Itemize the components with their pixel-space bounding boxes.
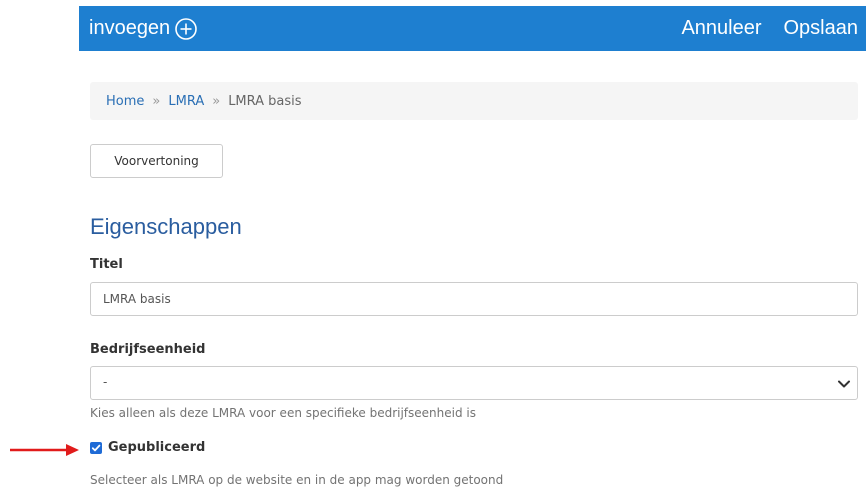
plus-circle-icon — [175, 17, 197, 40]
business-unit-label: Bedrijfseenheid — [90, 342, 206, 357]
breadcrumb-lmra[interactable]: LMRA — [168, 94, 204, 109]
business-unit-selected: - — [103, 375, 108, 389]
top-bar: invoegen Annuleer Opslaan — [79, 6, 866, 51]
breadcrumb-separator: » — [152, 93, 161, 109]
published-checkbox-row[interactable]: Gepubliceerd — [90, 440, 205, 455]
chevron-down-icon — [838, 380, 850, 388]
insert-button[interactable]: invoegen — [89, 6, 198, 51]
published-help: Selecteer als LMRA op de website en in d… — [90, 473, 504, 487]
preview-button[interactable]: Voorvertoning — [90, 144, 223, 178]
insert-label: invoegen — [89, 17, 171, 39]
save-button[interactable]: Opslaan — [784, 17, 859, 40]
published-checkbox[interactable] — [90, 441, 102, 454]
annotation-arrow-icon — [10, 444, 79, 456]
title-label: Titel — [90, 257, 123, 272]
business-unit-help: Kies alleen als deze LMRA voor een speci… — [90, 406, 476, 420]
topbar-actions: Annuleer Opslaan — [681, 6, 866, 51]
section-title: Eigenschappen — [90, 214, 242, 239]
breadcrumb-separator: » — [212, 93, 221, 109]
checkmark-icon — [91, 444, 101, 451]
title-input[interactable] — [90, 282, 858, 316]
cancel-button[interactable]: Annuleer — [681, 17, 761, 40]
breadcrumb-home[interactable]: Home — [106, 94, 144, 109]
breadcrumb-current: LMRA basis — [228, 93, 302, 109]
business-unit-select[interactable]: - — [90, 366, 858, 400]
published-label: Gepubliceerd — [108, 440, 206, 455]
breadcrumb: Home » LMRA » LMRA basis — [90, 82, 858, 120]
